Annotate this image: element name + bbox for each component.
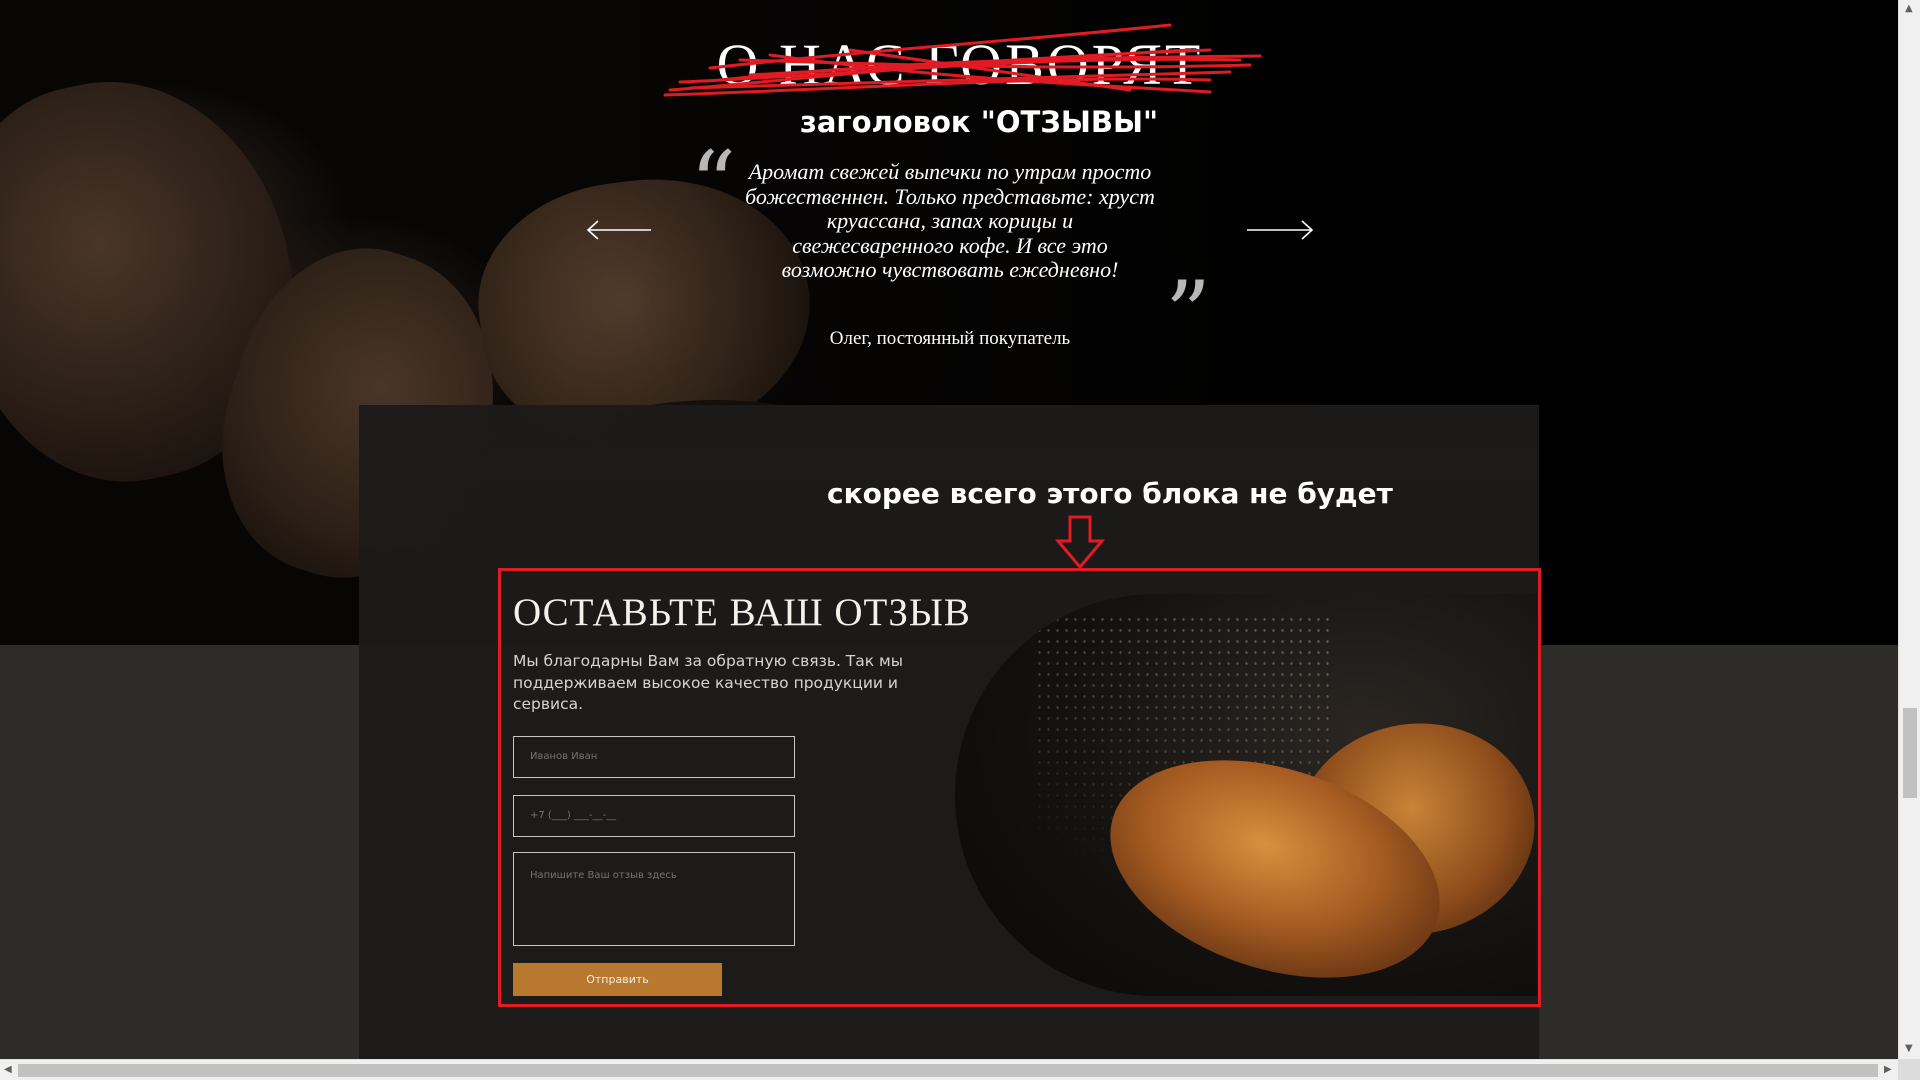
croissant-photo xyxy=(955,594,1537,996)
scroll-up-icon[interactable]: ▲ xyxy=(1905,3,1913,14)
page-viewport: О НАС ГОВОРЯТ заголовок "ОТЗЫВЫ" “ Арома… xyxy=(0,0,1898,1059)
vertical-scroll-thumb[interactable] xyxy=(1903,708,1917,798)
scrollbar-corner xyxy=(1898,1059,1920,1080)
horizontal-scrollbar[interactable]: ◀ ▶ xyxy=(0,1059,1898,1080)
scroll-right-icon[interactable]: ▶ xyxy=(1884,1064,1892,1075)
strikethrough-scribble xyxy=(663,23,1262,97)
review-form-title: ОСТАВЬТЕ ВАШ ОТЗЫВ xyxy=(513,591,971,634)
vertical-scrollbar[interactable]: ▲ ▼ xyxy=(1898,0,1920,1059)
review-form-description: Мы благодарны Вам за обратную связь. Так… xyxy=(513,652,903,713)
arrow-left-icon[interactable] xyxy=(586,218,652,242)
close-quote-icon: ” xyxy=(1165,262,1212,367)
down-arrow-icon xyxy=(1055,515,1105,570)
scroll-left-icon[interactable]: ◀ xyxy=(4,1064,12,1075)
annotation-block-note: скорее всего этого блока не будет xyxy=(827,477,1393,510)
submit-button[interactable]: Отправить xyxy=(513,963,722,996)
review-textarea[interactable]: Напишите Ваш отзыв здесь xyxy=(513,852,795,946)
name-input[interactable]: Иванов Иван xyxy=(513,736,795,778)
annotation-title-note: заголовок "ОТЗЫВЫ" xyxy=(800,105,1159,139)
phone-input[interactable]: +7 (___) ___-__-__ xyxy=(513,795,795,837)
scroll-down-icon[interactable]: ▼ xyxy=(1905,1043,1913,1054)
horizontal-scroll-thumb[interactable] xyxy=(18,1064,1878,1077)
panel-fade xyxy=(359,405,1539,478)
testimonial-author: Олег, постоянный покупатель xyxy=(829,328,1071,349)
arrow-right-icon[interactable] xyxy=(1246,218,1314,242)
testimonial-text: Аромат свежей выпечки по утрам просто бо… xyxy=(745,159,1155,282)
open-quote-icon: “ xyxy=(690,132,737,237)
